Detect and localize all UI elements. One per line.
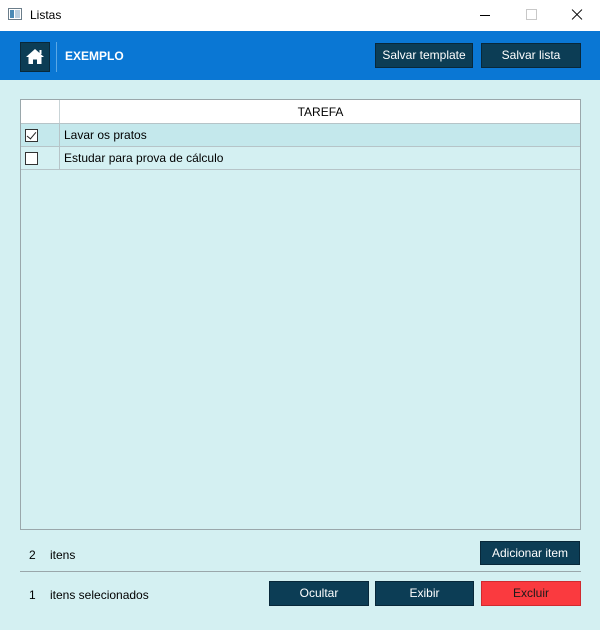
- checkbox-cell: [21, 124, 60, 146]
- delete-button[interactable]: Excluir: [481, 581, 581, 606]
- row-checkbox[interactable]: [25, 152, 38, 165]
- home-button[interactable]: [20, 42, 50, 72]
- app-window-icon: [8, 8, 22, 20]
- show-button[interactable]: Exibir: [375, 581, 474, 606]
- close-button[interactable]: [554, 0, 600, 31]
- task-cell: Lavar os pratos: [64, 128, 147, 142]
- title-bar: Listas: [0, 0, 600, 31]
- table-row[interactable]: Lavar os pratos: [21, 124, 580, 147]
- row-checkbox[interactable]: [25, 129, 38, 142]
- header-bar: EXEMPLO Salvar template Salvar lista: [0, 31, 600, 80]
- table-header: TAREFA: [21, 100, 580, 124]
- window-title: Listas: [30, 8, 62, 22]
- add-item-button[interactable]: Adicionar item: [480, 541, 580, 565]
- save-template-button[interactable]: Salvar template: [375, 43, 473, 68]
- table-row[interactable]: Estudar para prova de cálculo: [21, 147, 580, 170]
- home-icon: [26, 49, 44, 64]
- hide-button[interactable]: Ocultar: [269, 581, 369, 606]
- header-divider: [56, 42, 57, 72]
- selected-count-label: itens selecionados: [50, 588, 149, 602]
- item-count: 2: [29, 548, 36, 562]
- task-column-header[interactable]: TAREFA: [61, 100, 580, 123]
- maximize-button[interactable]: [508, 0, 554, 31]
- selected-count: 1: [29, 588, 36, 602]
- checkbox-cell: [21, 147, 60, 169]
- task-table: TAREFA Lavar os pratos Estudar para prov…: [20, 99, 581, 530]
- item-count-label: itens: [50, 548, 76, 562]
- minimize-button[interactable]: [462, 0, 508, 31]
- task-cell: Estudar para prova de cálculo: [64, 151, 224, 165]
- checkbox-column-header[interactable]: [21, 100, 60, 123]
- footer-divider: [20, 571, 581, 572]
- list-title: EXEMPLO: [65, 49, 124, 63]
- save-list-button[interactable]: Salvar lista: [481, 43, 581, 68]
